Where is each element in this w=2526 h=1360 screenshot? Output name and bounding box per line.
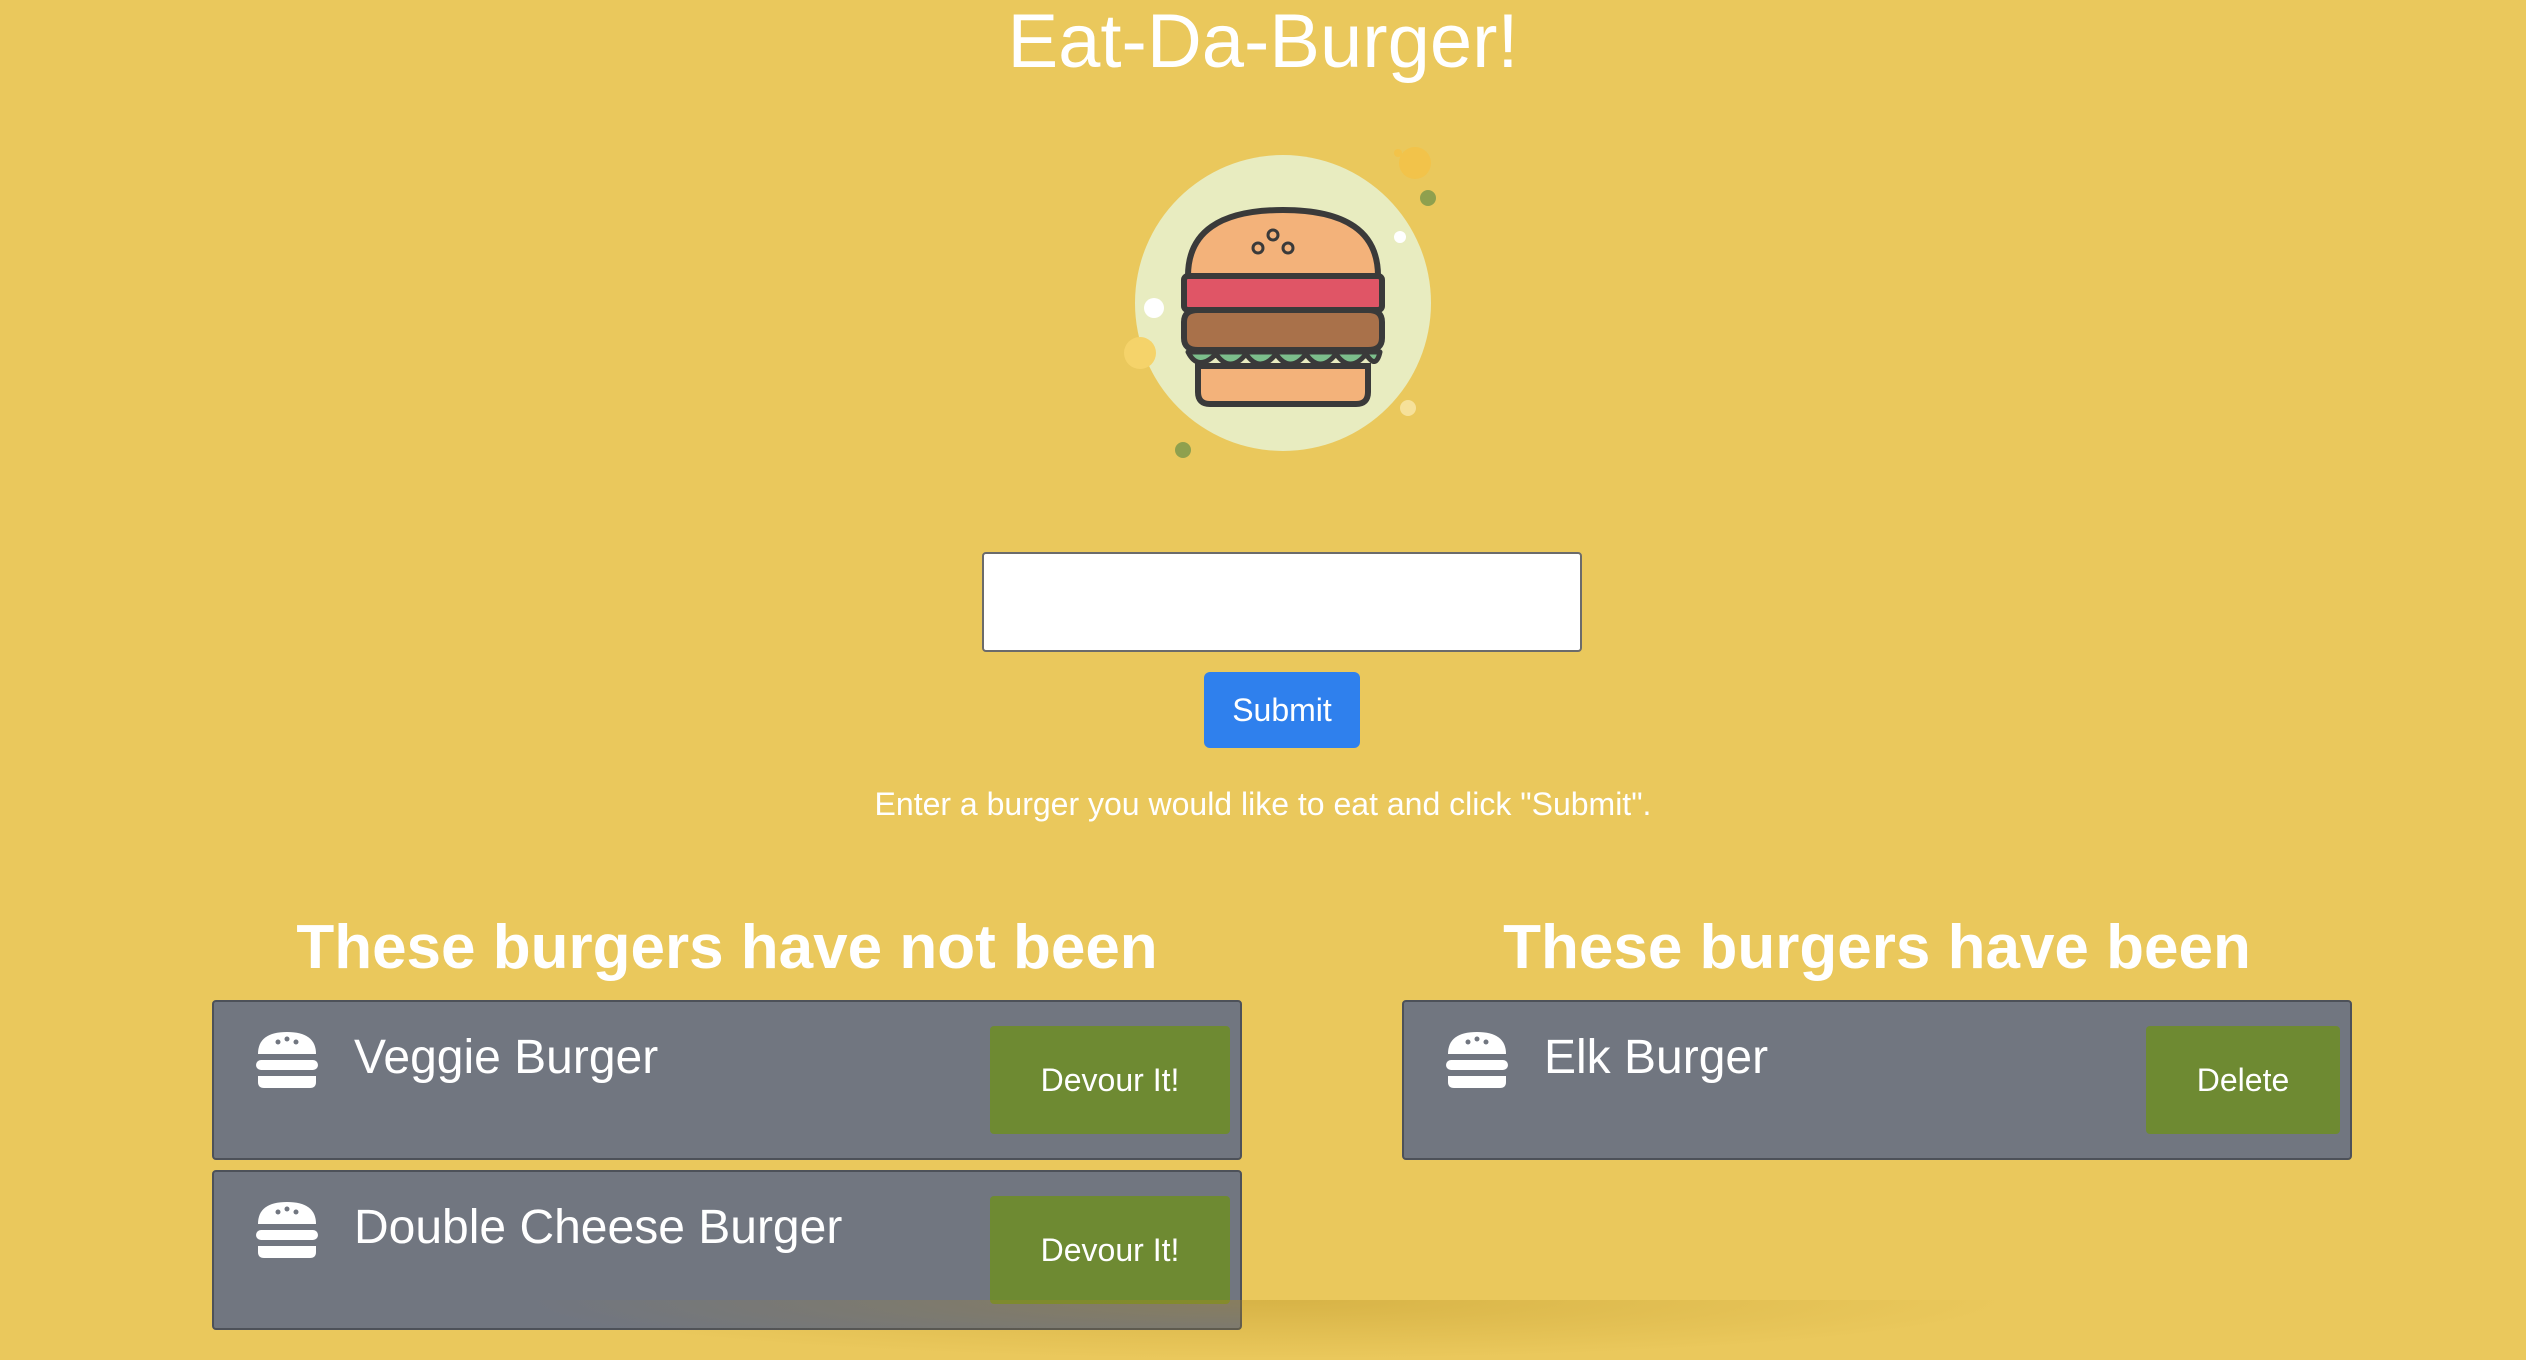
burger-icon xyxy=(1446,1032,1508,1088)
instructions-text: Enter a burger you would like to eat and… xyxy=(874,786,1652,822)
page-shadow xyxy=(520,1300,2020,1360)
burger-name: Veggie Burger xyxy=(354,1031,659,1084)
submit-button[interactable]: Submit xyxy=(1204,672,1360,748)
devour-button[interactable]: Devour It! xyxy=(990,1196,1230,1304)
burger-name: Double Cheese Burger xyxy=(354,1201,843,1254)
not-eaten-card-veggie: Veggie Burger Devour It! xyxy=(212,1000,1242,1160)
devour-button[interactable]: Devour It! xyxy=(990,1026,1230,1134)
burger-name-input[interactable] xyxy=(982,552,1582,652)
devoured-card-elk: Elk Burger Delete xyxy=(1402,1000,2352,1160)
page-title: Eat-Da-Burger! xyxy=(1007,0,1519,84)
burger-logo-icon xyxy=(1124,147,1436,458)
burger-icon xyxy=(256,1202,318,1258)
burger-name: Elk Burger xyxy=(1544,1031,1769,1084)
delete-button[interactable]: Delete xyxy=(2146,1026,2340,1134)
burger-icon xyxy=(256,1032,318,1088)
